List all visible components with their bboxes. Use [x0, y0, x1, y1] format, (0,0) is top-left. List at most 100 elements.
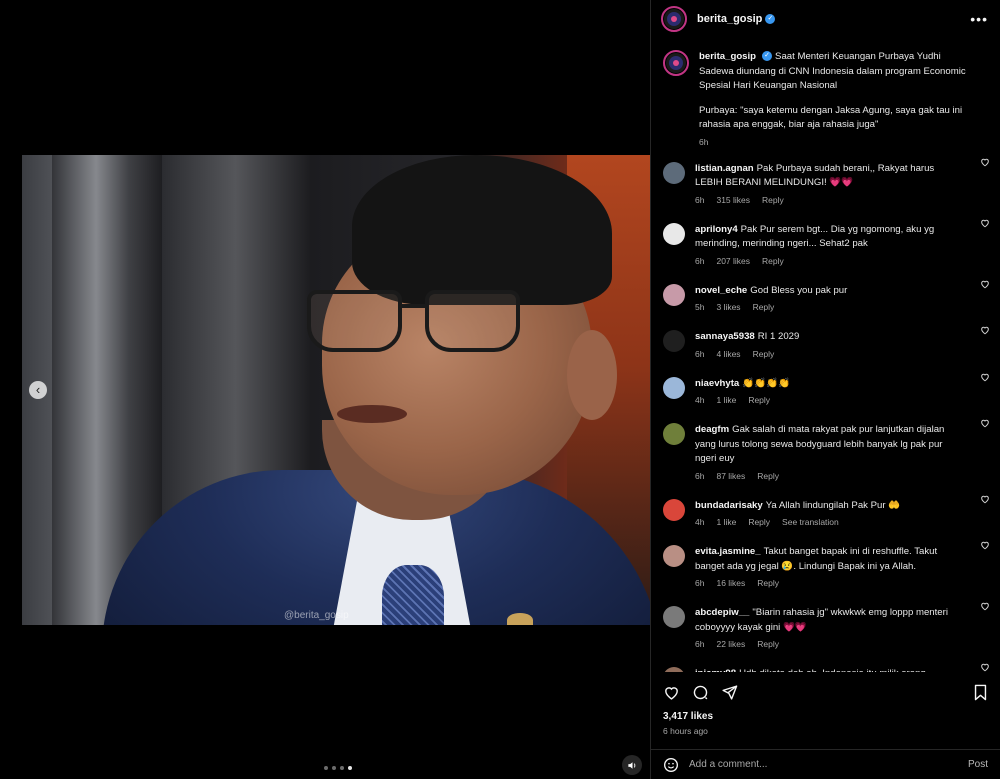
carousel-prev-button[interactable]: ‹: [29, 381, 47, 399]
bookmark-icon[interactable]: [973, 684, 988, 701]
post-actions: [651, 680, 1000, 704]
commenter-avatar[interactable]: [663, 667, 685, 672]
likes-count[interactable]: 3,417 likes: [663, 711, 713, 722]
comment-meta: 6h 22 likes Reply: [695, 639, 962, 649]
comment-likes[interactable]: 3 likes: [716, 302, 740, 312]
comment-text: God Bless you pak pur: [750, 284, 848, 296]
comment-likes[interactable]: 315 likes: [716, 195, 750, 205]
comment-meta: 6h 4 likes Reply: [695, 349, 962, 359]
commenter-username[interactable]: aprilony4: [695, 224, 738, 235]
comment-time: 6h: [695, 255, 705, 266]
carousel-dot: [348, 766, 352, 770]
comment-item: novel_eche God Bless you pak pur 5h 3 lik…: [651, 275, 1000, 322]
post-comment-button[interactable]: Post: [968, 759, 988, 770]
comment-time: 4h: [695, 517, 705, 527]
commenter-username[interactable]: bundadarisaky: [695, 500, 763, 511]
post-timestamp: 6 hours ago: [663, 726, 708, 736]
comments-feed[interactable]: berita_gosip ✓ Saat Menteri Keuangan Purba…: [651, 42, 1000, 672]
emoji-icon[interactable]: [663, 757, 679, 773]
comment-likes[interactable]: 87 likes: [716, 471, 745, 481]
comment-reply-button[interactable]: Reply: [757, 471, 779, 481]
mute-button[interactable]: [622, 755, 642, 775]
comment-reply-button[interactable]: Reply: [753, 349, 775, 359]
commenter-avatar[interactable]: [663, 376, 685, 399]
comment-meta: 4h 1 like Reply: [695, 395, 962, 405]
comment-list: listian.agnan Pak Purbaya sudah berani,, …: [651, 153, 1000, 672]
comment-likes[interactable]: 4 likes: [716, 349, 740, 359]
comment-text: Gak salah di mata rakyat pak pur lanjutk…: [695, 424, 945, 464]
commenter-username[interactable]: niaevhyta: [695, 378, 739, 389]
comment-time: 6h: [695, 194, 705, 205]
comment-item: iniamy98Udh dikata dah ah. Indonesia itu…: [651, 658, 1000, 672]
verified-icon: ✓: [762, 51, 773, 62]
news-logo-icon: [667, 12, 681, 26]
commenter-username[interactable]: sannaya5938: [695, 331, 755, 342]
post-caption: berita_gosip ✓ Saat Menteri Keuangan Purba…: [651, 42, 1000, 153]
comment-text: Udh dikata dah ah. Indonesia itu milik o…: [739, 668, 926, 672]
more-options-icon[interactable]: •••: [970, 11, 988, 27]
comment-icon[interactable]: [692, 684, 709, 701]
comment-time: 6h: [695, 639, 705, 649]
comment-meta: 6h 315 likes Reply: [695, 195, 962, 205]
comment-likes[interactable]: 22 likes: [716, 639, 745, 649]
comment-like-icon[interactable]: [980, 325, 990, 335]
comment-reply-button[interactable]: Reply: [762, 195, 784, 205]
comment-like-icon[interactable]: [980, 601, 990, 611]
commenter-username[interactable]: novel_eche: [695, 285, 747, 296]
commenter-avatar[interactable]: [663, 606, 685, 628]
caption-meta: 6h: [699, 137, 978, 147]
caption-author-avatar[interactable]: [663, 50, 689, 76]
comment-likes[interactable]: 1 like: [716, 517, 736, 527]
comment-likes[interactable]: 207 likes: [716, 256, 750, 266]
commenter-username[interactable]: listian.agnan: [695, 163, 754, 174]
commenter-avatar[interactable]: [663, 545, 685, 567]
speaker-icon: [627, 761, 635, 769]
commenter-username[interactable]: abcdepiw__: [695, 607, 749, 618]
comment-reply-button[interactable]: Reply: [748, 517, 770, 527]
post-header: berita_gosip ✓ •••: [651, 0, 1000, 38]
heart-icon[interactable]: [663, 684, 680, 701]
comment-likes[interactable]: 1 like: [716, 395, 736, 405]
video-frame[interactable]: @berita_gosip: [22, 155, 650, 625]
comment-like-icon[interactable]: [980, 279, 990, 289]
comment-reply-button[interactable]: Reply: [757, 578, 779, 588]
comment-item: sannaya5938 RI 1 2029 6h 4 likes Reply: [651, 321, 1000, 368]
comment-likes[interactable]: 16 likes: [716, 578, 745, 588]
comment-meta: 5h 3 likes Reply: [695, 302, 962, 312]
commenter-avatar[interactable]: [663, 161, 685, 184]
comment-reply-button[interactable]: Reply: [762, 256, 784, 266]
comment-input[interactable]: Add a comment...: [689, 759, 958, 770]
commenter-avatar[interactable]: [663, 330, 685, 352]
comment-reply-button[interactable]: Reply: [757, 639, 779, 649]
see-translation-button[interactable]: See translation: [782, 517, 839, 527]
comment-like-icon[interactable]: [980, 418, 990, 428]
commenter-avatar[interactable]: [663, 423, 685, 445]
comment-like-icon[interactable]: [980, 218, 990, 228]
comment-meta: 6h 87 likes Reply: [695, 471, 962, 481]
comment-item: listian.agnan Pak Purbaya sudah berani,, …: [651, 153, 1000, 214]
comment-item: niaevhyta 👏👏👏👏 4h 1 like Reply: [651, 368, 1000, 415]
carousel-dot: [324, 766, 328, 770]
commenter-username[interactable]: evita.jasmine_: [695, 546, 761, 557]
commenter-username[interactable]: deagfm: [695, 424, 729, 435]
author-avatar[interactable]: [661, 6, 687, 32]
comment-item: aprilony4 Pak Pur serem bgt... Dia yg ngo…: [651, 214, 1000, 275]
comment-like-icon[interactable]: [980, 157, 990, 167]
commenter-username[interactable]: iniamy98: [695, 668, 736, 672]
comment-reply-button[interactable]: Reply: [753, 302, 775, 312]
comment-time: 4h: [695, 395, 705, 405]
comment-reply-button[interactable]: Reply: [748, 395, 770, 405]
comment-like-icon[interactable]: [980, 540, 990, 550]
commenter-avatar[interactable]: [663, 498, 685, 521]
comment-item: deagfm Gak salah di mata rakyat pak pur l…: [651, 414, 1000, 490]
caption-username[interactable]: berita_gosip: [699, 51, 756, 62]
comment-like-icon[interactable]: [980, 662, 990, 672]
caption-time: 6h: [699, 136, 709, 147]
comment-like-icon[interactable]: [980, 494, 990, 504]
commenter-avatar[interactable]: [663, 283, 685, 306]
person-tie: [382, 565, 444, 625]
commenter-avatar[interactable]: [663, 222, 685, 245]
author-username[interactable]: berita_gosip: [697, 13, 762, 25]
share-icon[interactable]: [721, 684, 738, 701]
comment-like-icon[interactable]: [980, 372, 990, 382]
